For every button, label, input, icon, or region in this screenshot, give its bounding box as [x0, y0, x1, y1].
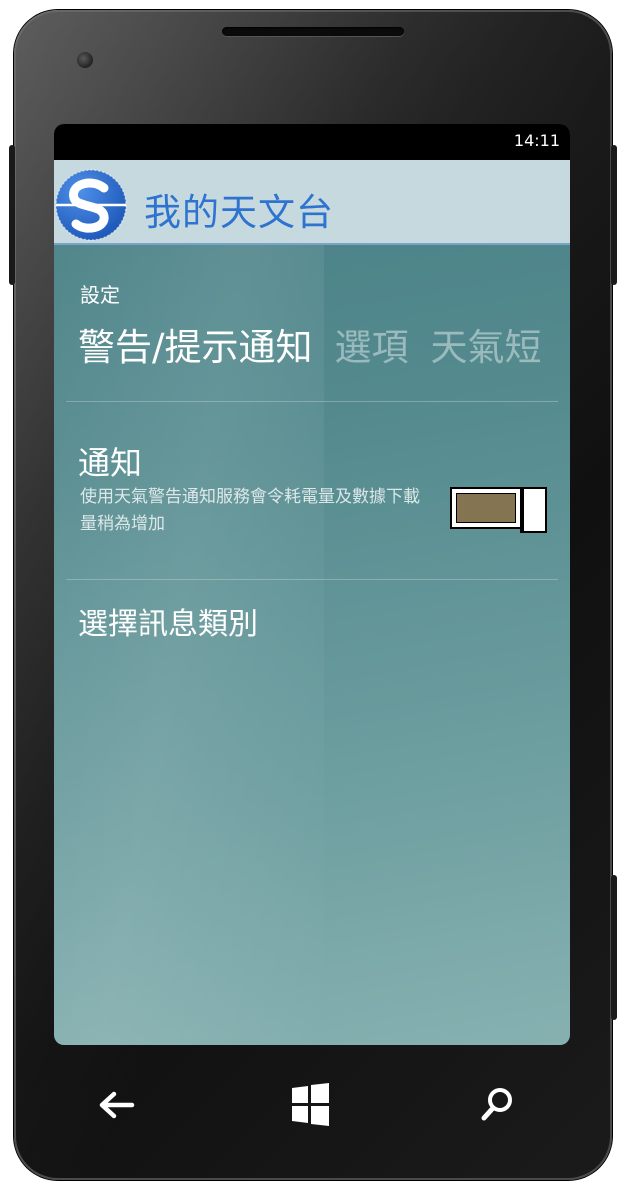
tab-alert-notifications[interactable]: 警告/提示通知	[78, 326, 312, 369]
notification-toggle[interactable]	[450, 487, 547, 533]
divider	[66, 579, 558, 580]
pivot-tabs: 警告/提示通知 選項 天氣短	[78, 317, 563, 371]
toggle-thumb[interactable]	[520, 487, 547, 533]
divider	[66, 401, 558, 402]
earpiece-speaker	[222, 27, 404, 36]
notification-title: 通知	[78, 444, 143, 482]
windows-logo-icon[interactable]	[281, 1077, 341, 1133]
back-arrow-icon[interactable]	[86, 1077, 146, 1133]
page-overtitle: 設定	[80, 283, 120, 307]
app-header: 我的天文台	[54, 160, 570, 245]
screen: 14:11 我的天文台 設定 警告/提示通知 選項 天氣短 通知 使用天氣警告通知服…	[54, 124, 570, 1045]
front-camera	[77, 52, 93, 68]
tab-weather-short[interactable]: 天氣短	[430, 326, 541, 369]
status-clock: 14:11	[513, 131, 560, 150]
app-title: 我的天文台	[144, 191, 334, 234]
camera-button[interactable]	[611, 875, 617, 1020]
status-bar: 14:11	[54, 124, 570, 160]
nav-bar	[54, 1045, 570, 1155]
tab-options[interactable]: 選項	[334, 326, 408, 369]
select-categories-link[interactable]: 選擇訊息類別	[78, 599, 258, 643]
notification-description: 使用天氣警告通知服務會令耗電量及數據下載量稍為增加	[80, 487, 420, 534]
search-icon[interactable]	[467, 1077, 527, 1133]
power-button[interactable]	[611, 145, 617, 285]
toggle-fill	[456, 493, 516, 523]
volume-button[interactable]	[9, 145, 15, 285]
screen-gloss	[54, 124, 324, 1045]
hko-logo-icon	[55, 169, 127, 241]
